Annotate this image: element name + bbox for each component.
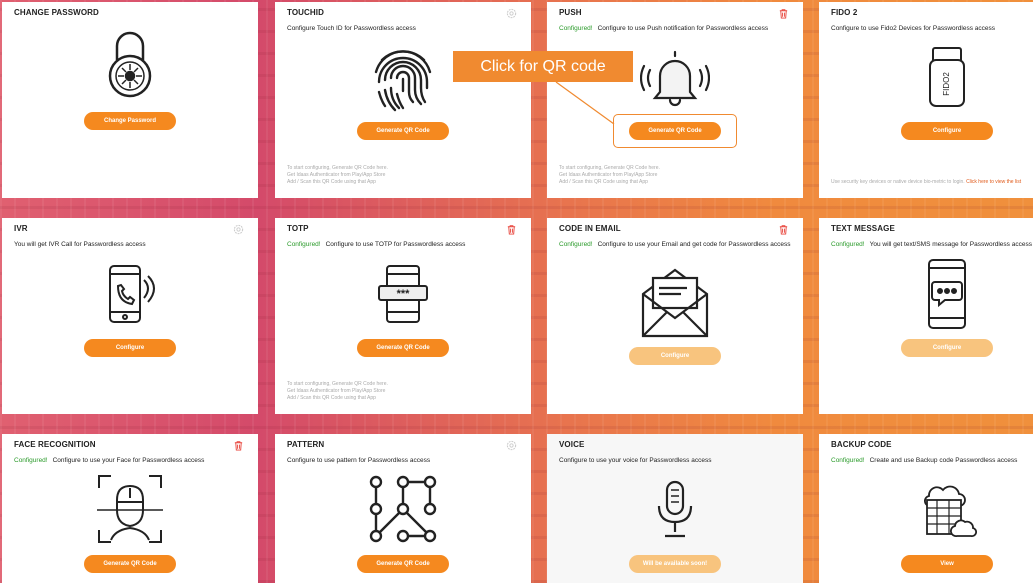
sms-phone-icon bbox=[819, 258, 1033, 330]
trash-icon[interactable] bbox=[233, 440, 244, 451]
voice-coming-soon-button: Will be available soon! bbox=[629, 555, 721, 573]
gear-icon[interactable] bbox=[506, 8, 517, 19]
ivr-configure-button[interactable]: Configure bbox=[84, 339, 176, 357]
card-title: PUSH bbox=[559, 8, 582, 17]
totp-phone-icon: *** bbox=[275, 264, 531, 324]
generate-qr-code-button[interactable]: Generate QR Code bbox=[357, 555, 449, 573]
card-title: IVR bbox=[14, 224, 28, 233]
microphone-icon bbox=[547, 480, 803, 540]
card-description: You will get IVR Call for Passwordless a… bbox=[14, 241, 146, 248]
padlock-icon bbox=[2, 30, 258, 100]
generate-qr-code-button[interactable]: Generate QR Code bbox=[357, 339, 449, 357]
phone-call-icon bbox=[2, 264, 258, 324]
card-title: TOUCHID bbox=[287, 8, 324, 17]
trash-icon[interactable] bbox=[506, 224, 517, 235]
fido2-list-link[interactable]: Click here to view the list bbox=[966, 179, 1021, 185]
backup-code-view-button[interactable]: View bbox=[901, 555, 993, 573]
security-key-icon: FIDO2 bbox=[819, 46, 1033, 108]
card-touchid: TOUCHID Configure Touch ID for Passwordl… bbox=[275, 2, 531, 198]
card-instructions: To start configuring, Generate QR Code h… bbox=[287, 165, 388, 185]
card-description: Configure to use Fido2 Devices for Passw… bbox=[831, 25, 996, 32]
gear-icon[interactable] bbox=[506, 440, 517, 451]
card-title: BACKUP CODE bbox=[831, 440, 892, 449]
card-description: Configured! Create and use Backup code Pa… bbox=[831, 457, 1018, 464]
card-title: VOICE bbox=[559, 440, 585, 449]
card-description: Configured! You will get text/SMS message… bbox=[831, 241, 1032, 248]
card-title: TOTP bbox=[287, 224, 309, 233]
envelope-icon bbox=[547, 266, 803, 338]
fido2-configure-button[interactable]: Configure bbox=[901, 122, 993, 140]
card-description: Configure to use your voice for Password… bbox=[559, 457, 712, 464]
gear-icon[interactable] bbox=[233, 224, 244, 235]
card-change-password: CHANGE PASSWORD Change Password bbox=[2, 2, 258, 198]
card-push: PUSH Configured! Configure to use Push no… bbox=[547, 2, 803, 198]
generate-qr-code-button[interactable]: Generate QR Code bbox=[84, 555, 176, 573]
card-title: CODE IN EMAIL bbox=[559, 224, 621, 233]
card-description: Configured! Configure to use TOTP for Pas… bbox=[287, 241, 466, 248]
card-title: CHANGE PASSWORD bbox=[14, 8, 99, 17]
security-key-label: FIDO2 bbox=[942, 72, 951, 96]
card-ivr: IVR You will get IVR Call for Passwordle… bbox=[2, 218, 258, 414]
change-password-button[interactable]: Change Password bbox=[84, 112, 176, 130]
card-instructions: To start configuring, Generate QR Code h… bbox=[559, 165, 660, 185]
card-voice: VOICE Configure to use your voice for Pa… bbox=[547, 434, 803, 583]
card-title: FIDO 2 bbox=[831, 8, 858, 17]
card-description: Configure Touch ID for Passwordless acce… bbox=[287, 25, 416, 32]
trash-icon[interactable] bbox=[778, 8, 789, 19]
callout-label: Click for QR code bbox=[453, 51, 633, 82]
card-text-message: TEXT MESSAGE Configured! You will get tex… bbox=[819, 218, 1033, 414]
totp-code-mask: *** bbox=[397, 288, 411, 300]
card-description: Configured! Configure to use your Face fo… bbox=[14, 457, 205, 464]
card-code-in-email: CODE IN EMAIL Configured! Configure to us… bbox=[547, 218, 803, 414]
card-title: PATTERN bbox=[287, 440, 325, 449]
face-scan-icon bbox=[2, 474, 258, 544]
card-instructions: To start configuring, Generate QR Code h… bbox=[287, 381, 388, 401]
card-instructions: Use security key devices or native devic… bbox=[831, 179, 1022, 185]
backup-cloud-icon bbox=[819, 478, 1033, 540]
trash-icon[interactable] bbox=[778, 224, 789, 235]
card-description: Configured! Configure to use Push notific… bbox=[559, 25, 769, 32]
pattern-lock-icon bbox=[275, 474, 531, 544]
email-configure-button[interactable]: Configure bbox=[629, 347, 721, 365]
card-title: TEXT MESSAGE bbox=[831, 224, 895, 233]
card-totp: TOTP Configured! Configure to use TOTP fo… bbox=[275, 218, 531, 414]
card-description: Configured! Configure to use your Email a… bbox=[559, 241, 791, 248]
card-title: FACE RECOGNITION bbox=[14, 440, 96, 449]
card-backup-code: BACKUP CODE Configured! Create and use Ba… bbox=[819, 434, 1033, 583]
sms-configure-button[interactable]: Configure bbox=[901, 339, 993, 357]
generate-qr-code-button[interactable]: Generate QR Code bbox=[357, 122, 449, 140]
card-fido2: FIDO 2 Configure to use Fido2 Devices fo… bbox=[819, 2, 1033, 198]
card-pattern: PATTERN Configure to use pattern for Pas… bbox=[275, 434, 531, 583]
callout-highlight-box bbox=[613, 114, 737, 148]
card-face-recognition: FACE RECOGNITION Configured! Configure to… bbox=[2, 434, 258, 583]
card-description: Configure to use pattern for Passwordles… bbox=[287, 457, 431, 464]
